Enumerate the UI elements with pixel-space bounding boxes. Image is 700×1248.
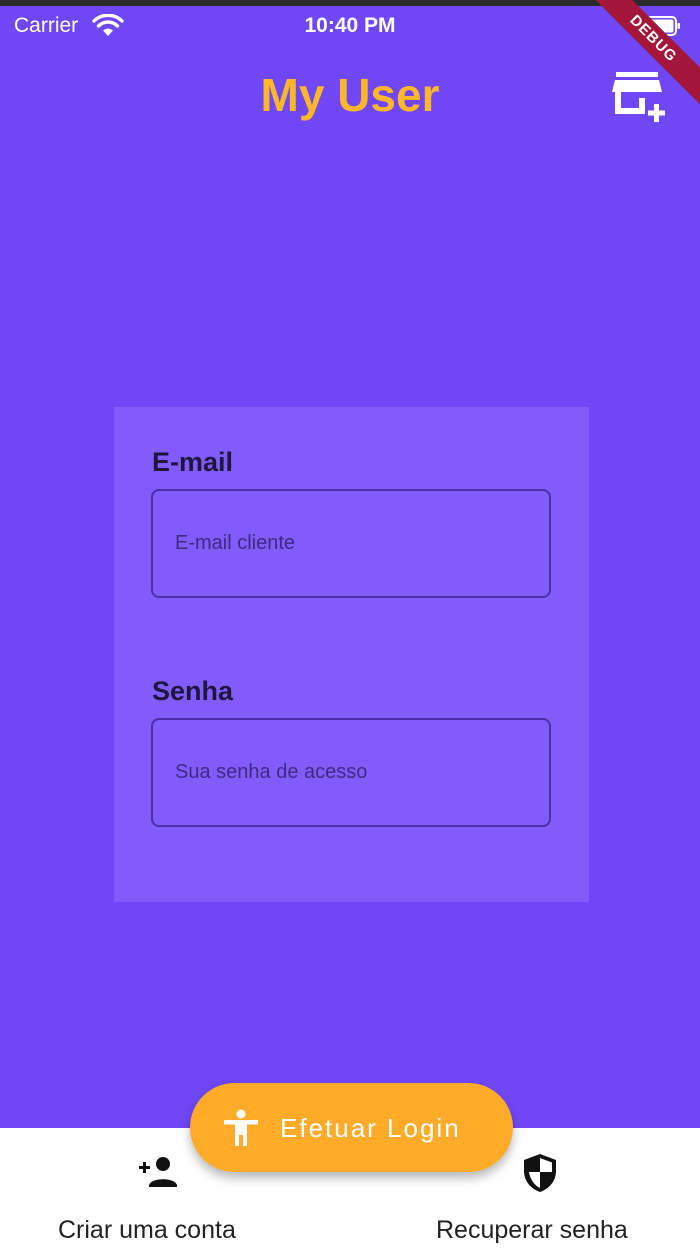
login-form-card: E-mail Senha <box>114 407 589 902</box>
status-bar: Carrier 10:40 PM <box>0 6 700 46</box>
login-button[interactable]: Efetuar Login <box>190 1083 513 1172</box>
login-button-label: Efetuar Login <box>280 1113 461 1143</box>
create-account-label: Criar uma conta <box>58 1216 236 1244</box>
person-add-icon <box>134 1154 178 1193</box>
password-field[interactable] <box>151 718 551 827</box>
shield-icon <box>522 1152 558 1199</box>
status-time: 10:40 PM <box>304 14 396 37</box>
add-store-icon[interactable] <box>612 70 672 129</box>
email-field[interactable] <box>151 489 551 598</box>
password-label: Senha <box>152 676 234 706</box>
accessibility-icon <box>222 1109 260 1152</box>
app-screen: Carrier 10:40 PM My User E-mail E-mail c… <box>0 0 700 1248</box>
app-title: My User <box>260 69 440 121</box>
email-label: E-mail <box>152 447 234 477</box>
recover-password-label: Recuperar senha <box>436 1216 628 1244</box>
